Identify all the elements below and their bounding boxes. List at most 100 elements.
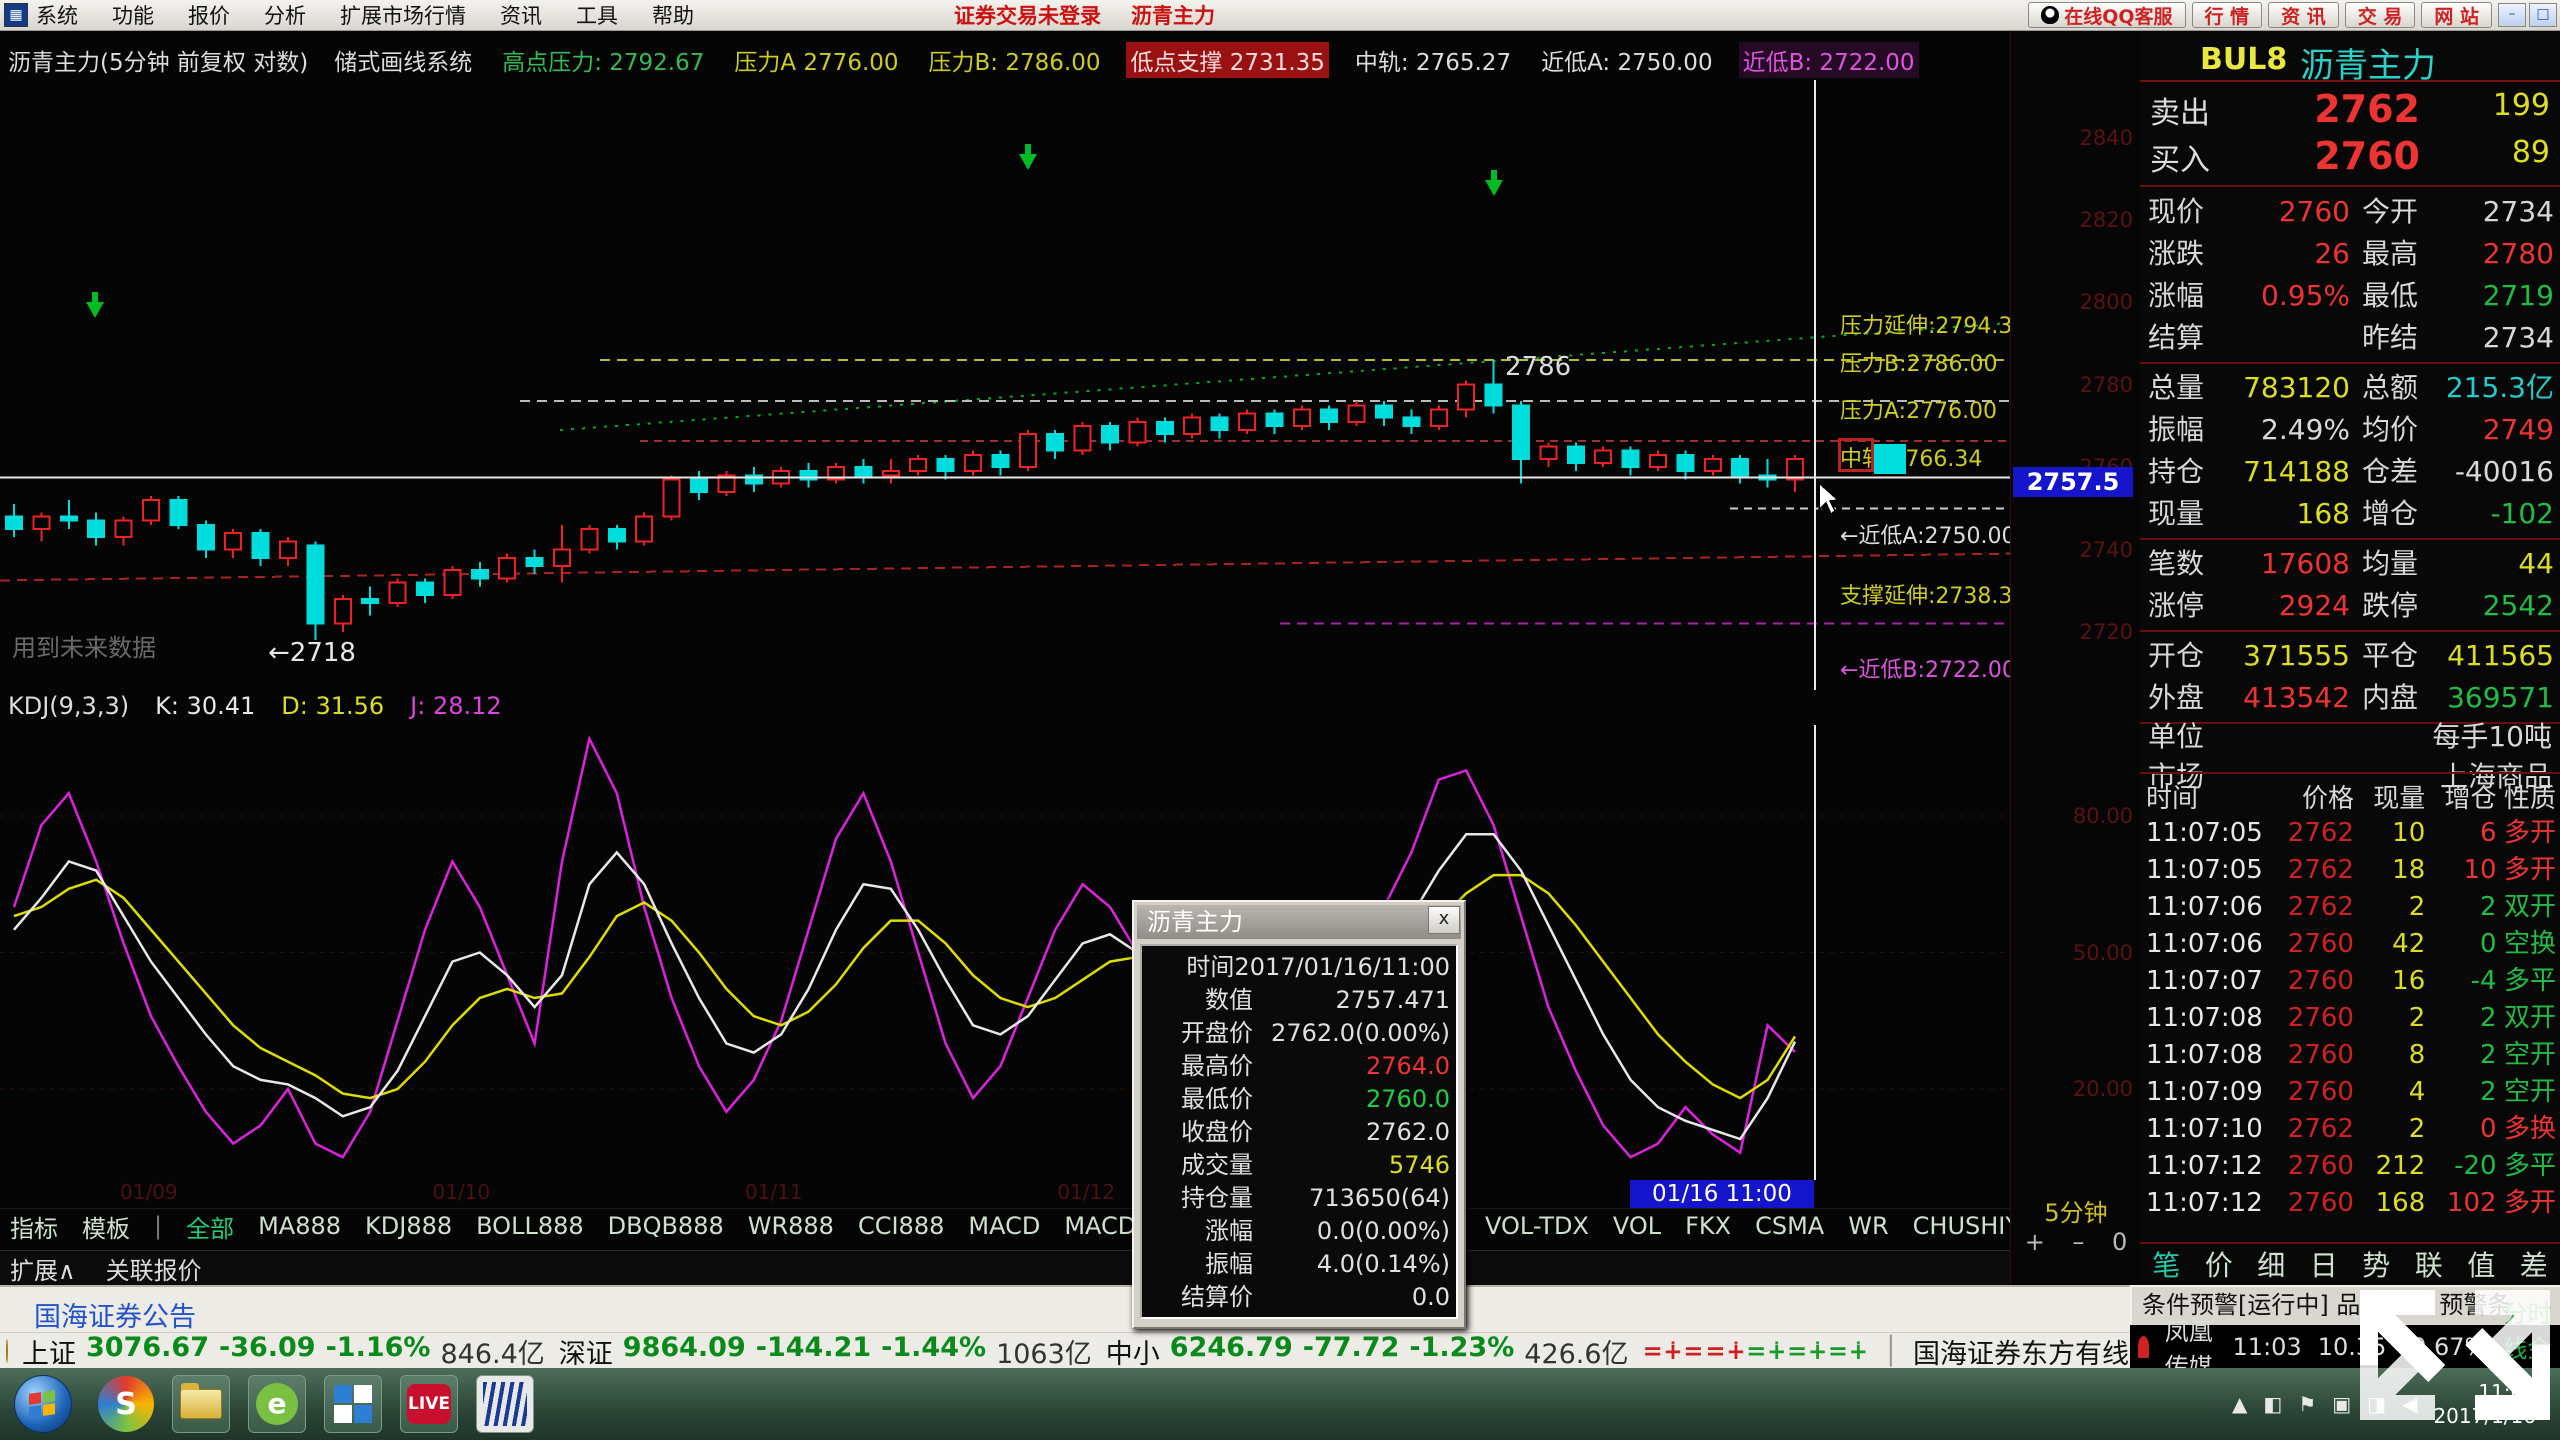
popup-row-8: 涨幅0.0(0.00%) [1148, 1217, 1450, 1245]
tab-boll888[interactable]: BOLL888 [476, 1212, 583, 1240]
quote-tab-2[interactable]: 细 [2257, 1244, 2285, 1284]
qq-service-button[interactable]: 在线QQ客服 [2028, 2, 2185, 28]
taskbar-app-live[interactable]: LIVE [400, 1375, 458, 1433]
expand-tab-0[interactable]: 扩展∧ [10, 1251, 76, 1286]
menu-item-1[interactable]: 功能 [112, 0, 154, 30]
price-axis-label-1: 2820 [2080, 208, 2133, 232]
nav-button-0[interactable]: 行 情 [2192, 2, 2263, 28]
tray-shield-icon[interactable]: ◧ [2263, 1392, 2282, 1416]
menu-item-2[interactable]: 报价 [188, 0, 230, 30]
menu-item-3[interactable]: 分析 [264, 0, 306, 30]
start-button[interactable] [14, 1375, 72, 1433]
midline-marker-red-box [1838, 438, 1874, 472]
taskbar-app-sogou[interactable]: S [98, 1376, 154, 1432]
nav-button-2[interactable]: 交 易 [2345, 2, 2416, 28]
price-axis-strip: 2757.5 2840282028002780276027402720 80.0… [2010, 30, 2143, 1285]
price-annotation-2: 压力A:2776.00 [1840, 393, 1997, 425]
zoom-control-1[interactable]: – [2072, 1228, 2084, 1256]
watermark-logo [2350, 1270, 2560, 1440]
stat-row-7: 持仓714188仓差-40016 [2140, 452, 2560, 494]
low-2718-label: ←2718 [268, 638, 356, 668]
popup-close-button[interactable]: x [1428, 906, 1460, 934]
menu-item-6[interactable]: 工具 [576, 0, 618, 30]
tab-dbqb888[interactable]: DBQB888 [608, 1212, 724, 1240]
popup-row-6: 成交量5746 [1148, 1151, 1450, 1179]
expand-tab-bar: 扩展∧ 关联报价 [0, 1250, 2020, 1286]
level-readout-3: 低点支撑 2731.35 [1126, 42, 1328, 78]
zoom-control-2[interactable]: 0 [2112, 1228, 2127, 1256]
app-icon: ▦ [4, 3, 28, 27]
tick-row-2[interactable]: 11:07:06276222双开 [2140, 890, 2560, 924]
tick-row-1[interactable]: 11:07:0527621810多开 [2140, 853, 2560, 887]
expand-tab-1[interactable]: 关联报价 [106, 1251, 202, 1286]
kdj-indicator-chart[interactable] [0, 725, 2010, 1180]
price-annotation-1: 压力B:2786.00 [1840, 346, 1997, 378]
tick-table-header: 时间价格现量增仓性质 [2140, 778, 2560, 815]
midline-marker-cyan-box [1874, 444, 1906, 474]
quote-tab-0[interactable]: 笔 [2152, 1244, 2180, 1284]
tick-row-10[interactable]: 11:07:122760168102多开 [2140, 1186, 2560, 1220]
tick-row-7[interactable]: 11:07:09276042空开 [2140, 1075, 2560, 1109]
chart-title: 沥青主力(5分钟 前复权 对数) [8, 43, 308, 77]
tray-display-icon[interactable]: ▣ [2332, 1392, 2351, 1416]
announcement-link[interactable]: 国海证券公告 [34, 1295, 196, 1334]
period-selector[interactable]: 5分钟 [2011, 1193, 2141, 1228]
nav-buttons: 行 情资 讯交 易网 站 [2192, 2, 2499, 28]
quote-tab-3[interactable]: 日 [2310, 1244, 2338, 1284]
tab-group-1[interactable]: 模板 [82, 1209, 130, 1244]
stat-row-2: 涨幅0.95%最低2719 [2140, 276, 2560, 318]
menu-item-4[interactable]: 扩展市场行情 [340, 0, 466, 30]
kdj-date-2: 01/11 [745, 1180, 803, 1206]
nav-button-3[interactable]: 网 站 [2421, 2, 2492, 28]
broker-connection-label: 国海证券东方有线2 [1913, 1332, 2146, 1371]
tab-all[interactable]: 全部 [186, 1209, 234, 1244]
candlestick-chart[interactable] [0, 80, 2010, 690]
tick-row-4[interactable]: 11:07:07276016-4多平 [2140, 964, 2560, 998]
taskbar-app-trading[interactable] [476, 1375, 534, 1433]
tick-row-6[interactable]: 11:07:08276082空开 [2140, 1038, 2560, 1072]
tab-macd[interactable]: MACD [968, 1212, 1040, 1240]
login-status-text: 证券交易未登录 [954, 0, 1101, 30]
menu-item-7[interactable]: 帮助 [652, 0, 694, 30]
tab-cci888[interactable]: CCI888 [858, 1212, 944, 1240]
price-axis-label-6: 2720 [2080, 620, 2133, 644]
quote-tab-1[interactable]: 价 [2205, 1244, 2233, 1284]
price-annotation-5: 支撑延伸:2738.3 [1840, 578, 2012, 610]
tray-flag-icon[interactable]: ⚑ [2298, 1392, 2316, 1416]
menu-item-5[interactable]: 资讯 [500, 0, 542, 30]
tick-row-5[interactable]: 11:07:08276022双开 [2140, 1001, 2560, 1035]
level-readouts: 高点压力: 2792.67压力A 2776.00压力B: 2786.00低点支撑… [498, 42, 1918, 78]
data-inspector-popup[interactable]: 沥青主力 x 时间2017/01/16/11:00数值2757.471开盘价27… [1132, 900, 1466, 1329]
nav-button-1[interactable]: 资 讯 [2268, 2, 2339, 28]
tick-row-3[interactable]: 11:07:062760420空换 [2140, 927, 2560, 961]
tick-row-8[interactable]: 11:07:10276220多换 [2140, 1112, 2560, 1146]
tick-row-9[interactable]: 11:07:122760212-20多平 [2140, 1149, 2560, 1183]
tab-vol-tdx[interactable]: VOL-TDX [1485, 1212, 1589, 1240]
taskbar-app-explorer[interactable] [172, 1375, 230, 1433]
drawing-system-label: 储式画线系统 [334, 43, 472, 77]
tab-chushiylx[interactable]: CHUSHIYLX [1913, 1212, 2020, 1240]
zoom-control-0[interactable]: + [2025, 1228, 2045, 1256]
price-annotation-6: ←近低B:2722.00 [1840, 652, 2016, 684]
tick-row-0[interactable]: 11:07:052762106多开 [2140, 816, 2560, 850]
window-control-0[interactable]: – [2498, 3, 2526, 27]
tick-col-4: 性质 [2497, 778, 2560, 815]
menu-item-0[interactable]: 系统 [36, 0, 78, 30]
tab-csma[interactable]: CSMA [1755, 1212, 1824, 1240]
kdj-date-1: 01/10 [432, 1180, 490, 1206]
window-control-1[interactable]: □ [2529, 3, 2557, 27]
tab-wr[interactable]: WR [1848, 1212, 1888, 1240]
taskbar-app-office[interactable] [324, 1375, 382, 1433]
tab-vol[interactable]: VOL [1613, 1212, 1661, 1240]
tab-kdj888[interactable]: KDJ888 [365, 1212, 452, 1240]
tray-up-icon[interactable]: ▲ [2232, 1392, 2247, 1416]
tab-fkx[interactable]: FKX [1685, 1212, 1731, 1240]
popup-row-5: 收盘价2762.0 [1148, 1118, 1450, 1146]
level-readout-1: 压力A 2776.00 [730, 42, 902, 78]
tab-wr888[interactable]: WR888 [748, 1212, 834, 1240]
tab-ma888[interactable]: MA888 [258, 1212, 341, 1240]
tab-group-0[interactable]: 指标 [10, 1209, 58, 1244]
stat-row-14: 外盘413542内盘369571 [2140, 678, 2560, 720]
popup-title[interactable]: 沥青主力 [1137, 905, 1461, 939]
taskbar-app-browser[interactable]: e [248, 1375, 306, 1433]
